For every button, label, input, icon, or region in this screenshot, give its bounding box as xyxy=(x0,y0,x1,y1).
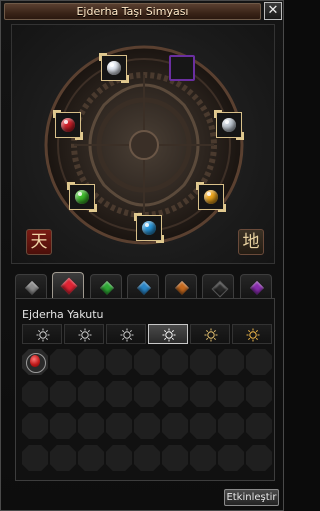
red-gem-slot[interactable] xyxy=(53,110,83,140)
tab-red-gem[interactable] xyxy=(52,272,84,298)
green-gem-icon xyxy=(75,190,89,204)
inventory-slot[interactable] xyxy=(246,445,272,471)
inventory-slot[interactable] xyxy=(246,349,272,375)
inventory-grid xyxy=(22,349,272,477)
title-bar[interactable]: Ejderha Taşı Simyası xyxy=(4,3,261,20)
grade-4-button[interactable] xyxy=(148,324,188,344)
sun-grade-icon xyxy=(78,328,92,342)
inventory-slot[interactable] xyxy=(78,381,104,407)
inventory-slot[interactable] xyxy=(50,445,76,471)
inventory-slot[interactable] xyxy=(162,445,188,471)
alchemy-board: 天 地 xyxy=(11,24,275,264)
inventory-slot[interactable] xyxy=(162,349,188,375)
grade-5-button[interactable] xyxy=(190,324,230,344)
inventory-slot[interactable] xyxy=(78,349,104,375)
inventory-slot[interactable] xyxy=(106,381,132,407)
grade-3-button[interactable] xyxy=(106,324,146,344)
inventory-slot[interactable] xyxy=(106,445,132,471)
black-gem-icon xyxy=(211,280,229,298)
inventory-slot[interactable] xyxy=(22,349,48,375)
blue-gem-icon xyxy=(142,221,156,235)
inventory-slot[interactable] xyxy=(162,381,188,407)
sun-grade-icon xyxy=(120,328,134,342)
inventory-slot[interactable] xyxy=(218,349,244,375)
inventory-slot[interactable] xyxy=(190,381,216,407)
inventory-slot[interactable] xyxy=(190,445,216,471)
empty-gem-slot[interactable] xyxy=(169,55,195,81)
green-gem-icon xyxy=(99,280,115,296)
inventory-slot[interactable] xyxy=(218,413,244,439)
blue-gem-slot[interactable] xyxy=(134,213,164,243)
sun-grade-icon xyxy=(246,328,260,342)
yellow-gem-icon xyxy=(204,190,218,204)
inventory-slot[interactable] xyxy=(190,349,216,375)
inventory-slot[interactable] xyxy=(134,349,160,375)
yellow-gem-slot[interactable] xyxy=(196,182,226,212)
sun-grade-icon xyxy=(204,328,218,342)
activate-button[interactable]: Etkinleştir xyxy=(224,489,279,506)
tab-gray-gem[interactable] xyxy=(15,274,47,298)
inventory-slot[interactable] xyxy=(50,349,76,375)
dragon-ruby-icon xyxy=(30,355,40,367)
inventory-slot[interactable] xyxy=(106,413,132,439)
silver-gem-icon xyxy=(222,118,236,132)
blue-gem-icon xyxy=(136,280,152,296)
white-gem-slot[interactable] xyxy=(99,53,129,83)
green-gem-slot[interactable] xyxy=(67,182,97,212)
tab-orange-gem[interactable] xyxy=(165,274,197,298)
sky-char-badge: 天 xyxy=(26,229,52,255)
red-gem-icon xyxy=(60,277,78,295)
inventory-slot[interactable] xyxy=(78,445,104,471)
gem-type-tabs xyxy=(15,272,275,298)
inventory-slot[interactable] xyxy=(134,445,160,471)
orange-gem-icon xyxy=(174,280,190,296)
dragon-stone-alchemy-window: Ejderha Taşı Simyası ✕ 天 地 Ejderha Yakut… xyxy=(0,0,284,511)
sun-grade-icon xyxy=(162,328,176,342)
red-gem-icon xyxy=(61,118,75,132)
tab-purple-gem[interactable] xyxy=(240,274,272,298)
section-title: Ejderha Yakutu xyxy=(22,308,104,321)
inventory-slot[interactable] xyxy=(22,381,48,407)
tab-green-gem[interactable] xyxy=(90,274,122,298)
gem-panel: Ejderha Yakutu xyxy=(15,298,275,481)
gray-gem-icon xyxy=(24,280,40,296)
inventory-slot[interactable] xyxy=(50,413,76,439)
inventory-slot[interactable] xyxy=(50,381,76,407)
sun-grade-icon xyxy=(36,328,50,342)
silver-gem-slot[interactable] xyxy=(214,110,244,140)
grade-1-button[interactable] xyxy=(22,324,62,344)
purple-gem-icon xyxy=(249,280,265,296)
inventory-slot[interactable] xyxy=(218,381,244,407)
window-title: Ejderha Taşı Simyası xyxy=(76,5,189,18)
inventory-slot[interactable] xyxy=(78,413,104,439)
inventory-slot[interactable] xyxy=(22,445,48,471)
grade-selector xyxy=(22,324,272,344)
inventory-slot[interactable] xyxy=(190,413,216,439)
inventory-slot[interactable] xyxy=(134,381,160,407)
inventory-slot[interactable] xyxy=(218,445,244,471)
inventory-slot[interactable] xyxy=(134,413,160,439)
inventory-slot[interactable] xyxy=(106,349,132,375)
inventory-slot[interactable] xyxy=(22,413,48,439)
tab-blue-gem[interactable] xyxy=(127,274,159,298)
inventory-slot[interactable] xyxy=(162,413,188,439)
inventory-slot[interactable] xyxy=(246,413,272,439)
grade-2-button[interactable] xyxy=(64,324,104,344)
tab-black-gem[interactable] xyxy=(202,274,234,298)
earth-char-badge: 地 xyxy=(238,229,264,255)
white-gem-icon xyxy=(107,61,121,75)
grade-6-button[interactable] xyxy=(232,324,272,344)
close-button[interactable]: ✕ xyxy=(264,2,282,20)
inventory-slot[interactable] xyxy=(246,381,272,407)
